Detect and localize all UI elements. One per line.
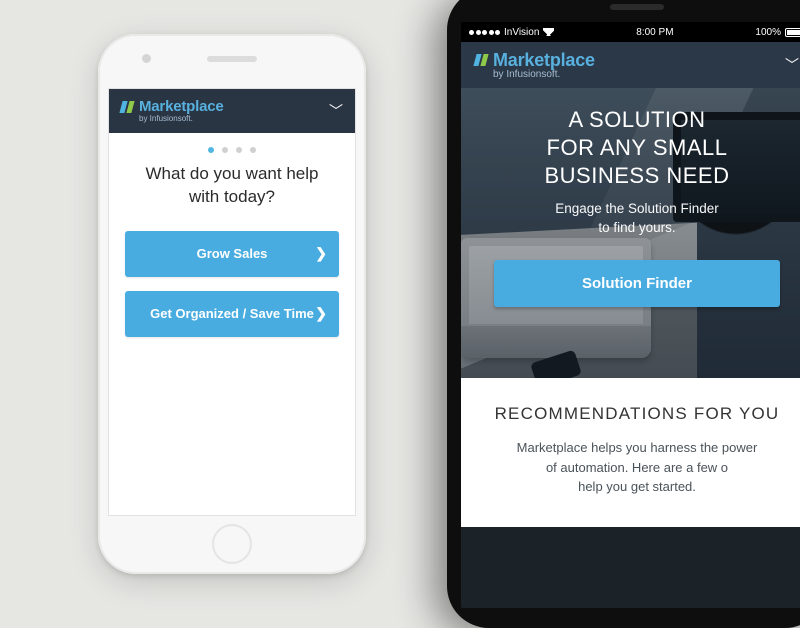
chevron-right-icon: ❯ (315, 305, 327, 322)
phone-speaker (207, 56, 257, 62)
screen-left: Marketplace by Infusionsoft. ﹀ What do y… (108, 88, 356, 516)
brand-name: Marketplace (493, 51, 595, 69)
battery-icon (785, 28, 800, 37)
brand-byline: by Infusionsoft. (493, 70, 595, 80)
menu-chevron-icon[interactable]: ﹀ (329, 101, 343, 121)
rec-line: of automation. Here are a few o (546, 460, 728, 475)
hero: A SOLUTION FOR ANY SMALL BUSINESS NEED E… (461, 88, 800, 378)
option-grow-sales[interactable]: Grow Sales ❯ (125, 231, 339, 277)
option-get-organized[interactable]: Get Organized / Save Time ❯ (125, 291, 339, 337)
brand: Marketplace by Infusionsoft. (121, 99, 224, 123)
brand: Marketplace by Infusionsoft. (475, 51, 595, 80)
brand-logo-icon (475, 53, 489, 67)
page-dot[interactable] (208, 147, 214, 153)
home-button[interactable] (212, 524, 252, 564)
recommendations-section: RECOMMENDATIONS FOR YOU Marketplace help… (461, 378, 800, 527)
brand-logo-icon (121, 100, 135, 114)
phone-mock-left: Marketplace by Infusionsoft. ﹀ What do y… (98, 34, 366, 574)
option-label: Grow Sales (197, 246, 268, 261)
phone-speaker (610, 4, 664, 10)
chevron-right-icon: ❯ (315, 245, 327, 262)
battery-pct: 100% (755, 27, 781, 38)
hero-heading-line: FOR ANY SMALL (547, 135, 728, 160)
recommendations-heading: RECOMMENDATIONS FOR YOU (475, 404, 799, 424)
option-label: Get Organized / Save Time (150, 306, 314, 321)
hero-heading-line: A SOLUTION (568, 107, 705, 132)
hero-text: A SOLUTION FOR ANY SMALL BUSINESS NEED E… (461, 88, 800, 378)
prompt-line: with today? (189, 187, 275, 206)
page-dot[interactable] (236, 147, 242, 153)
status-bar: InVision 8:00 PM 100% (461, 22, 800, 42)
menu-chevron-icon[interactable]: ﹀ (785, 55, 799, 75)
screen-right: InVision 8:00 PM 100% Marketplace by Inf… (461, 22, 800, 608)
rec-line: help you get started. (578, 479, 696, 494)
wifi-icon (543, 28, 554, 36)
app-header: Marketplace by Infusionsoft. ﹀ (109, 89, 355, 133)
rec-line: Marketplace helps you harness the power (517, 440, 758, 455)
app-header: Marketplace by Infusionsoft. ﹀ (461, 42, 800, 88)
solution-finder-button[interactable]: Solution Finder (494, 260, 779, 307)
brand-byline: by Infusionsoft. (139, 115, 224, 123)
page-indicator (109, 147, 355, 153)
brand-name: Marketplace (139, 99, 224, 114)
recommendations-body: Marketplace helps you harness the power … (475, 438, 799, 497)
phone-mock-right: InVision 8:00 PM 100% Marketplace by Inf… (447, 0, 800, 628)
signal-icon (469, 30, 500, 35)
hero-heading-line: BUSINESS NEED (545, 163, 730, 188)
page-dot[interactable] (222, 147, 228, 153)
carrier-label: InVision (504, 27, 539, 38)
prompt-line: What do you want help (146, 164, 319, 183)
hero-sub-line: Engage the Solution Finder (555, 201, 719, 216)
hero-sub-line: to find yours. (598, 220, 675, 235)
prompt-text: What do you want help with today? (109, 163, 355, 209)
clock: 8:00 PM (636, 27, 673, 38)
option-list: Grow Sales ❯ Get Organized / Save Time ❯ (109, 231, 355, 337)
front-camera (142, 54, 151, 63)
page-dot[interactable] (250, 147, 256, 153)
